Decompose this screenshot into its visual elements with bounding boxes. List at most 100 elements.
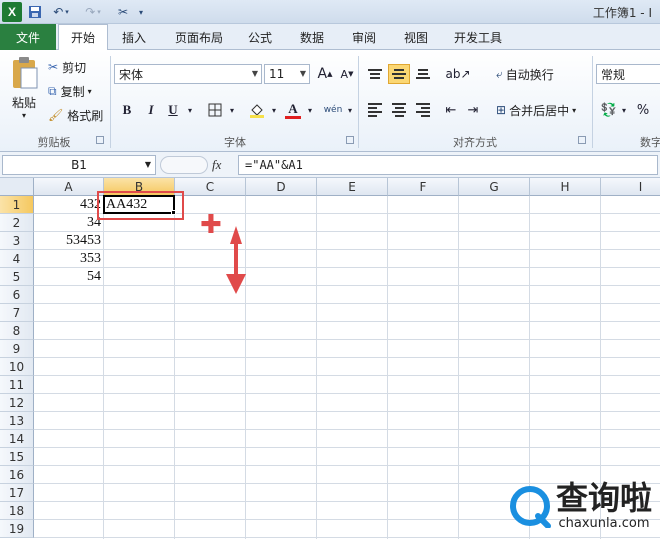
accounting-dropdown-icon[interactable]: ▾: [618, 100, 630, 120]
italic-button[interactable]: I: [140, 100, 162, 120]
paste-button[interactable]: 粘贴 ▾: [6, 56, 42, 128]
row-header-11[interactable]: 11: [0, 376, 34, 394]
column-header-h[interactable]: H: [530, 178, 601, 196]
underline-button[interactable]: U: [162, 100, 184, 120]
clipboard-launcher-icon[interactable]: [96, 136, 104, 144]
bold-button[interactable]: B: [116, 100, 138, 120]
phonetic-dropdown-icon[interactable]: ▾: [344, 100, 356, 120]
row-header-5[interactable]: 5: [0, 268, 34, 286]
down-arrow-annotation-icon: [226, 226, 246, 294]
row-header-18[interactable]: 18: [0, 502, 34, 520]
row-header-16[interactable]: 16: [0, 466, 34, 484]
ribbon-tabs: 文件 开始 插入 页面布局 公式 数据 审阅 视图 开发工具: [0, 24, 660, 51]
fill-color-dropdown-icon[interactable]: ▾: [268, 100, 280, 120]
row-header-14[interactable]: 14: [0, 430, 34, 448]
grow-font-button[interactable]: A ▲: [314, 64, 336, 84]
cell-a4[interactable]: 353: [34, 250, 104, 268]
format-painter-button[interactable]: 🖌 格式刷: [48, 106, 103, 124]
cut-button[interactable]: ✂ 剪切: [48, 58, 86, 76]
row-header-4[interactable]: 4: [0, 250, 34, 268]
wrap-text-button[interactable]: ⤶ 自动换行: [496, 64, 554, 84]
cell-a3[interactable]: 53453: [34, 232, 104, 250]
increase-indent-button[interactable]: ⇥: [462, 100, 484, 120]
gridline: [34, 339, 660, 340]
font-color-dropdown-icon[interactable]: ▾: [304, 100, 316, 120]
column-header-g[interactable]: G: [459, 178, 530, 196]
alignment-launcher-icon[interactable]: [578, 136, 586, 144]
copy-button[interactable]: ⧉ 复制 ▾: [48, 82, 92, 100]
wrap-text-label: 自动换行: [505, 67, 554, 82]
phonetic-button[interactable]: wén: [322, 100, 344, 120]
align-right-button[interactable]: [412, 100, 434, 120]
worksheet-grid[interactable]: A B C D E F G H I 1 2 3 4 5 6 7 8 9 10 11 12 13 14 15 16 17 18 19 43…: [0, 178, 660, 539]
decrease-indent-button[interactable]: ⇤: [440, 100, 462, 120]
row-header-6[interactable]: 6: [0, 286, 34, 304]
orientation-button[interactable]: ab↗: [444, 64, 472, 84]
column-header-f[interactable]: F: [388, 178, 459, 196]
merge-center-label: 合并后居中: [509, 103, 570, 118]
borders-dropdown-icon[interactable]: ▾: [226, 100, 238, 120]
tab-page-layout[interactable]: 页面布局: [166, 24, 232, 50]
formula-bar-splitter[interactable]: [160, 156, 208, 174]
cell-a2[interactable]: 34: [34, 214, 104, 232]
row-header-17[interactable]: 17: [0, 484, 34, 502]
tab-developer[interactable]: 开发工具: [448, 24, 508, 50]
select-all-corner[interactable]: [0, 178, 34, 196]
align-center-button[interactable]: [388, 100, 410, 120]
redo-icon[interactable]: ↷ ▾: [80, 2, 106, 22]
column-header-c[interactable]: C: [175, 178, 246, 196]
formula-bar: B1 ▼ fx ="AA"&A1: [0, 152, 660, 178]
cell-a1[interactable]: 432: [34, 196, 104, 214]
row-header-12[interactable]: 12: [0, 394, 34, 412]
row-header-8[interactable]: 8: [0, 322, 34, 340]
row-header-13[interactable]: 13: [0, 412, 34, 430]
shrink-font-button[interactable]: A ▼: [336, 64, 358, 84]
row-header-10[interactable]: 10: [0, 358, 34, 376]
tab-file[interactable]: 文件: [0, 24, 56, 50]
number-format-select[interactable]: 常规: [596, 64, 660, 84]
font-launcher-icon[interactable]: [346, 136, 354, 144]
undo-icon[interactable]: ↶ ▾: [48, 2, 74, 22]
customize-tools-icon[interactable]: ✂: [112, 2, 134, 22]
tab-formulas[interactable]: 公式: [240, 24, 280, 50]
accounting-format-button[interactable]: 💱: [598, 100, 620, 120]
cut-label: 剪切: [62, 60, 87, 75]
font-size-select[interactable]: 11 ▼: [264, 64, 310, 84]
font-name-select[interactable]: 宋体 ▼: [114, 64, 262, 84]
column-header-e[interactable]: E: [317, 178, 388, 196]
row-header-19[interactable]: 19: [0, 520, 34, 538]
name-box[interactable]: B1 ▼: [2, 155, 156, 175]
underline-dropdown-icon[interactable]: ▾: [184, 100, 196, 120]
row-header-2[interactable]: 2: [0, 214, 34, 232]
merge-center-button[interactable]: ⊞ 合并后居中 ▾: [496, 100, 576, 120]
tab-review[interactable]: 审阅: [344, 24, 384, 50]
align-top-button[interactable]: [364, 64, 386, 84]
align-left-button[interactable]: [364, 100, 386, 120]
column-header-i[interactable]: I: [601, 178, 660, 196]
row-header-1[interactable]: 1: [0, 196, 34, 214]
tab-insert[interactable]: 插入: [112, 24, 156, 50]
column-header-d[interactable]: D: [246, 178, 317, 196]
row-header-7[interactable]: 7: [0, 304, 34, 322]
font-color-button[interactable]: A: [282, 100, 304, 120]
align-bottom-button[interactable]: [412, 64, 434, 84]
borders-button[interactable]: [204, 100, 226, 120]
tab-view[interactable]: 视图: [396, 24, 436, 50]
column-header-a[interactable]: A: [34, 178, 104, 196]
percent-style-button[interactable]: %: [632, 100, 654, 120]
row-header-3[interactable]: 3: [0, 232, 34, 250]
row-header-9[interactable]: 9: [0, 340, 34, 358]
save-icon[interactable]: [26, 2, 44, 22]
quick-access-dropdown-icon[interactable]: ▾: [136, 2, 146, 22]
tab-home[interactable]: 开始: [58, 24, 108, 51]
gridline: [34, 447, 660, 448]
cell-a5[interactable]: 54: [34, 268, 104, 286]
formula-input[interactable]: ="AA"&A1: [238, 155, 658, 175]
tab-data[interactable]: 数据: [292, 24, 332, 50]
align-middle-button[interactable]: [388, 64, 410, 84]
insert-function-icon[interactable]: fx: [212, 157, 234, 173]
fill-color-button[interactable]: [246, 100, 268, 120]
paint-bucket-icon: [250, 104, 264, 118]
font-group-label: 字体: [224, 136, 246, 149]
row-header-15[interactable]: 15: [0, 448, 34, 466]
